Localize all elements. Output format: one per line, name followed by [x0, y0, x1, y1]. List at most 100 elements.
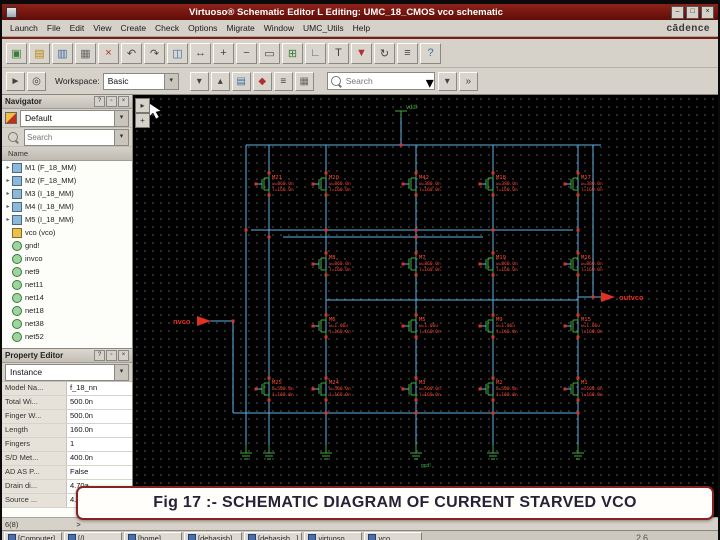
transistor-m25[interactable]: M25w=500.0nl=160.0n: [254, 376, 294, 402]
pin-square[interactable]: [491, 411, 495, 415]
redo-icon[interactable]: ↷: [144, 42, 165, 64]
menu-create[interactable]: Create: [117, 22, 151, 34]
repeat-mode-icon[interactable]: ◎: [27, 71, 46, 91]
menu-file[interactable]: File: [43, 22, 65, 34]
property-target-dropdown[interactable]: ▾: [114, 364, 128, 380]
property-icon[interactable]: ≡: [397, 42, 418, 64]
transistor-m3[interactable]: M3w=500.0nl=160.0n: [401, 376, 441, 402]
pin-square[interactable]: [414, 228, 418, 232]
workspace-select[interactable]: Basic ▾: [102, 72, 179, 90]
vdd-symbol[interactable]: [395, 110, 407, 117]
close-button[interactable]: ×: [701, 5, 714, 19]
transistor-m18[interactable]: M18w=380.0nl=160.0n: [478, 171, 518, 197]
transistor-m1[interactable]: M1w=500.0nl=160.0n: [563, 376, 603, 402]
hierarchy-icon[interactable]: ▤: [231, 71, 251, 91]
tree-item-net52[interactable]: net52: [2, 330, 132, 343]
tree-item-m3-i-18-mm-[interactable]: ▸ M3 (I_18_MM): [2, 187, 132, 200]
pin-square[interactable]: [231, 319, 235, 323]
property-help-icon[interactable]: ?: [94, 350, 105, 361]
search-options-icon[interactable]: ▾: [437, 71, 457, 91]
pin-square[interactable]: [576, 228, 580, 232]
transistor-m19[interactable]: M19w=860.0nl=160.0n: [478, 251, 518, 277]
navigator-column-header[interactable]: Name: [2, 147, 132, 161]
delete-icon[interactable]: ×: [98, 42, 119, 64]
property-row[interactable]: S/D Met... 400.0n: [2, 452, 132, 466]
tree-item-m2-f-18-mm-[interactable]: ▸ M2 (F_18_MM): [2, 174, 132, 187]
menu-umc-utils[interactable]: UMC_Utils: [299, 22, 348, 34]
instance-icon[interactable]: ⊞: [282, 42, 303, 64]
pin-icon[interactable]: ▼: [351, 42, 372, 64]
transistor-m7[interactable]: M7w=860.0nl=160.0n: [401, 251, 441, 277]
search-dropdown-button[interactable]: ▾: [426, 73, 434, 92]
ruler-icon[interactable]: ≡: [273, 71, 293, 91]
property-row[interactable]: Model Na... f_18_nn: [2, 382, 132, 396]
select-mode-icon[interactable]: ►: [6, 71, 25, 91]
navigator-preset-dropdown[interactable]: ▾: [114, 110, 128, 126]
gnd-symbol[interactable]: [263, 445, 275, 460]
wire-icon[interactable]: ∟: [305, 42, 326, 64]
tree-item-net38[interactable]: net38: [2, 317, 132, 330]
pin-square[interactable]: [399, 143, 403, 147]
taskbar-button--home-[interactable]: [home]: [124, 531, 182, 540]
check-save-icon[interactable]: ▣: [6, 42, 27, 64]
help-icon[interactable]: ?: [420, 42, 441, 64]
navigator-search-dropdown[interactable]: ▾: [114, 129, 128, 145]
toolbar-overflow-icon[interactable]: »: [458, 71, 478, 91]
navigator-close-icon[interactable]: ×: [118, 96, 129, 107]
property-row[interactable]: Length 160.0n: [2, 424, 132, 438]
menu-launch[interactable]: Launch: [6, 22, 42, 34]
gnd-symbol[interactable]: [487, 445, 499, 460]
tree-item-gnd-[interactable]: gnd!: [2, 239, 132, 252]
menu-check[interactable]: Check: [151, 22, 183, 34]
pin-square[interactable]: [324, 228, 328, 232]
tree-item-net11[interactable]: net11: [2, 278, 132, 291]
gnd-symbol[interactable]: [410, 445, 422, 460]
pin-square[interactable]: [591, 295, 595, 299]
taskbar-button--debasish-[interactable]: [debasish...]: [244, 531, 303, 540]
maximize-button[interactable]: □: [686, 5, 699, 19]
tree-item-vco-vco-[interactable]: vco (vco): [2, 226, 132, 239]
copy-icon[interactable]: ◫: [167, 42, 188, 64]
pin-square[interactable]: [244, 228, 248, 232]
pin-square[interactable]: [267, 235, 271, 239]
transistor-m2[interactable]: M2w=500.0nl=160.0n: [478, 376, 518, 402]
transistor-m16[interactable]: M16w=860.0nl=160.0n: [563, 251, 603, 277]
pin-square[interactable]: [324, 411, 328, 415]
pin-square[interactable]: [414, 411, 418, 415]
navigator-search-input[interactable]: [25, 131, 114, 143]
taskbar-button--computer-[interactable]: [Computer]: [4, 531, 62, 540]
taskbar-button-virtuoso[interactable]: virtuoso: [304, 531, 363, 540]
property-target-select[interactable]: Instance ▾: [5, 363, 129, 381]
input-port-arrow[interactable]: [197, 316, 211, 326]
menu-window[interactable]: Window: [260, 22, 298, 34]
gnd-symbol[interactable]: [572, 445, 584, 460]
toolbar-searchbox[interactable]: ▾: [326, 72, 435, 92]
pin-square[interactable]: [576, 411, 580, 415]
tree-item-net9[interactable]: net9: [2, 265, 132, 278]
wire-name-icon[interactable]: T: [328, 42, 349, 64]
tree-item-net18[interactable]: net18: [2, 304, 132, 317]
zoom-out-icon[interactable]: −: [236, 42, 257, 64]
transistor-m6[interactable]: M6w=1.06ul=160.0n: [311, 313, 351, 339]
property-float-icon[interactable]: ▫: [106, 350, 117, 361]
property-row[interactable]: AD AS P... False: [2, 466, 132, 480]
grid-icon[interactable]: ▦: [294, 71, 314, 91]
menu-view[interactable]: View: [89, 22, 115, 34]
pin-square[interactable]: [414, 235, 418, 239]
transistor-m42[interactable]: M42w=380.0nl=160.0n: [401, 171, 441, 197]
tree-item-net14[interactable]: net14: [2, 291, 132, 304]
menu-help[interactable]: Help: [349, 22, 374, 34]
tree-item-m5-i-18-mm-[interactable]: ▸ M5 (I_18_MM): [2, 213, 132, 226]
property-row[interactable]: Finger W... 500.0n: [2, 410, 132, 424]
output-port-arrow[interactable]: [601, 292, 615, 302]
stretch-icon[interactable]: ↔: [190, 42, 211, 64]
open-icon[interactable]: ▤: [29, 42, 50, 64]
minimize-button[interactable]: –: [671, 5, 684, 19]
menu-migrate[interactable]: Migrate: [222, 22, 258, 34]
menu-options[interactable]: Options: [184, 22, 221, 34]
schematic-svg[interactable]: M21w=860.0nl=160.0nM20w=860.0nl=160.0nM4…: [133, 95, 720, 517]
transistor-m21[interactable]: M21w=860.0nl=160.0n: [254, 171, 294, 197]
tree-item-m1-f-18-mm-[interactable]: ▸ M1 (F_18_MM): [2, 161, 132, 174]
title-bar[interactable]: Virtuoso® Schematic Editor L Editing: UM…: [2, 4, 718, 20]
property-close-icon[interactable]: ×: [118, 350, 129, 361]
